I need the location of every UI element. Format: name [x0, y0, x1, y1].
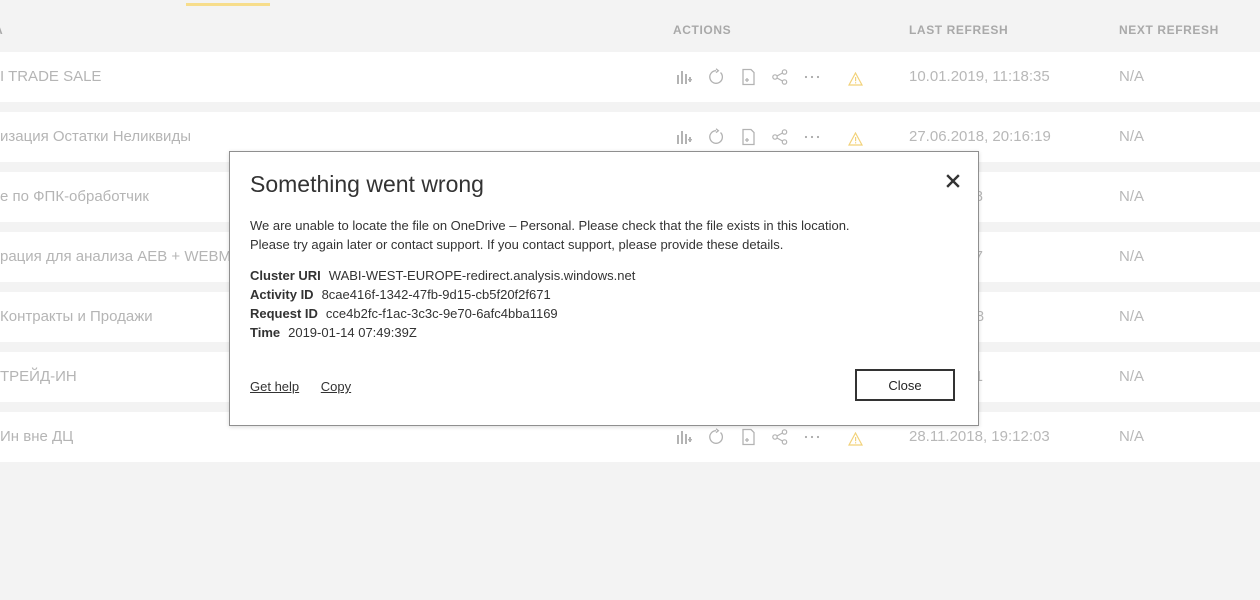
close-icon[interactable] — [944, 172, 962, 190]
last-refresh-value: 27.06.2018, 20:16:19 — [909, 128, 1051, 145]
detail-time: Time 2019-01-14 07:49:39Z — [250, 323, 635, 342]
share-icon[interactable] — [771, 428, 789, 446]
analytics-icon[interactable] — [675, 68, 693, 86]
share-icon[interactable] — [771, 128, 789, 146]
active-tab-indicator — [186, 3, 270, 6]
more-options-icon[interactable] — [803, 128, 821, 146]
detail-label: Request ID — [250, 306, 318, 321]
dataset-name[interactable]: Контракты и Продажи — [0, 308, 153, 326]
detail-value: 8cae416f-1342-47fb-9d15-cb5f20f2f671 — [321, 287, 551, 302]
analytics-icon[interactable] — [675, 428, 693, 446]
next-refresh-value: N/A — [1119, 428, 1145, 445]
datasets-page: A ACTIONS LAST REFRESH NEXT REFRESH I TR… — [0, 0, 1260, 600]
dataset-name[interactable]: изация Остатки Неликвиды — [0, 128, 191, 146]
detail-value: 2019-01-14 07:49:39Z — [288, 325, 417, 340]
warning-icon[interactable] — [847, 71, 864, 86]
dialog-message: We are unable to locate the file on OneD… — [250, 216, 850, 254]
detail-value: WABI-WEST-EUROPE-redirect.analysis.windo… — [328, 268, 636, 283]
column-header-actions: ACTIONS — [673, 23, 732, 37]
next-refresh-value: N/A — [1119, 128, 1145, 145]
column-header-name[interactable]: A — [0, 23, 3, 37]
detail-value: cce4b2fc-f1ac-3c3c-9e70-6afc4bba1169 — [325, 306, 558, 321]
refresh-icon[interactable] — [707, 428, 725, 446]
dataset-name[interactable]: Ин вне ДЦ — [0, 428, 73, 446]
last-refresh-value: 10.01.2019, 11:18:35 — [909, 68, 1050, 85]
error-details: Cluster URI WABI-WEST-EUROPE-redirect.ana… — [250, 266, 635, 342]
dataset-name[interactable]: I TRADE SALE — [0, 68, 101, 86]
row-actions — [675, 128, 835, 146]
refresh-icon[interactable] — [707, 128, 725, 146]
dataset-name[interactable]: е по ФПК-обработчик — [0, 188, 149, 206]
dataset-name[interactable]: ТРЕЙД-ИН — [0, 368, 77, 386]
share-icon[interactable] — [771, 68, 789, 86]
next-refresh-value: N/A — [1119, 248, 1145, 265]
detail-cluster-uri: Cluster URI WABI-WEST-EUROPE-redirect.ana… — [250, 266, 635, 285]
dataset-name[interactable]: рация для анализа АЕВ + WEBM — [0, 248, 231, 266]
dialog-title: Something went wrong — [250, 171, 484, 197]
detail-request-id: Request ID cce4b2fc-f1ac-3c3c-9e70-6afc4b… — [250, 304, 635, 323]
detail-label: Activity ID — [250, 287, 314, 302]
row-actions — [675, 68, 835, 86]
warning-icon[interactable] — [847, 431, 864, 446]
detail-label: Cluster URI — [250, 268, 321, 283]
row-actions — [675, 428, 835, 446]
next-refresh-value: N/A — [1119, 368, 1145, 385]
schedule-refresh-icon[interactable] — [739, 128, 757, 146]
column-header-last-refresh[interactable]: LAST REFRESH — [909, 23, 1008, 37]
dialog-links: Get help Copy — [250, 378, 369, 396]
dataset-row[interactable]: I TRADE SALE 10.01.2019, 11:18:35 N/A — [0, 52, 1260, 102]
copy-link[interactable]: Copy — [321, 379, 351, 394]
next-refresh-value: N/A — [1119, 308, 1145, 325]
next-refresh-value: N/A — [1119, 188, 1145, 205]
close-button[interactable]: Close — [855, 369, 955, 401]
next-refresh-value: N/A — [1119, 68, 1145, 85]
last-refresh-value: 28.11.2018, 19:12:03 — [909, 428, 1050, 445]
refresh-icon[interactable] — [707, 68, 725, 86]
get-help-link[interactable]: Get help — [250, 379, 299, 394]
warning-icon[interactable] — [847, 131, 864, 146]
schedule-refresh-icon[interactable] — [739, 428, 757, 446]
detail-label: Time — [250, 325, 281, 340]
dialog-message-line: We are unable to locate the file on OneD… — [250, 218, 850, 233]
analytics-icon[interactable] — [675, 128, 693, 146]
schedule-refresh-icon[interactable] — [739, 68, 757, 86]
column-header-next-refresh[interactable]: NEXT REFRESH — [1119, 23, 1219, 37]
more-options-icon[interactable] — [803, 428, 821, 446]
more-options-icon[interactable] — [803, 68, 821, 86]
error-dialog: Something went wrong We are unable to lo… — [229, 151, 979, 426]
dialog-message-line: Please try again later or contact suppor… — [250, 237, 784, 252]
detail-activity-id: Activity ID 8cae416f-1342-47fb-9d15-cb5f2… — [250, 285, 635, 304]
